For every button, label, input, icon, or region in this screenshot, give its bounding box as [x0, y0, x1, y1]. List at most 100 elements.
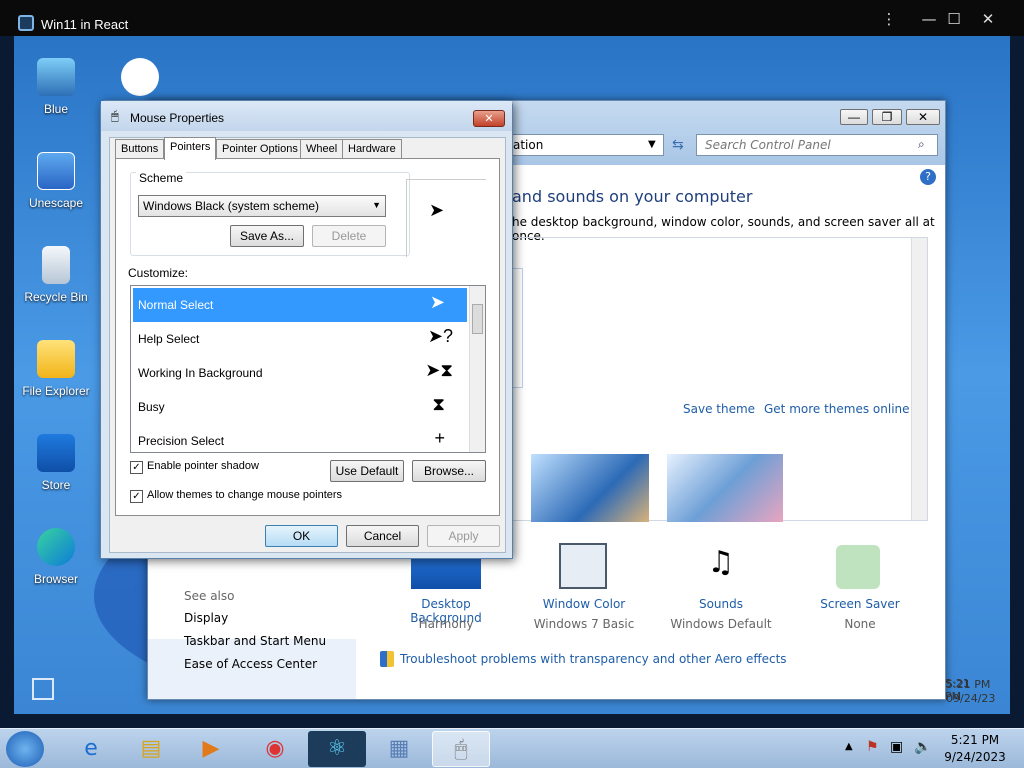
- host-title: Win11 in React: [41, 17, 129, 32]
- folder-icon: [37, 340, 75, 378]
- customize-label: Customize:: [128, 266, 189, 280]
- search-input[interactable]: Search Control Panel: [696, 134, 938, 156]
- enable-shadow-checkbox[interactable]: ✓: [130, 461, 143, 474]
- save-theme-link[interactable]: Save theme: [683, 402, 755, 416]
- theme-thumbnail[interactable]: [531, 454, 649, 522]
- desktop-icon-recycle-bin[interactable]: Recycle Bin: [16, 246, 96, 304]
- cp-close-button[interactable]: ✕: [906, 109, 940, 125]
- save-as-button[interactable]: Save As...: [230, 225, 304, 247]
- dialog-close-button[interactable]: ✕: [473, 110, 505, 127]
- help-icon[interactable]: ?: [920, 169, 936, 185]
- cp-clock-date: 09/24/23: [946, 692, 996, 705]
- maximize-button[interactable]: ☐: [943, 10, 965, 30]
- close-button[interactable]: ✕: [977, 10, 999, 30]
- hourglass-cursor-icon: ⧗: [432, 394, 445, 414]
- ok-button[interactable]: OK: [265, 525, 338, 547]
- cancel-button[interactable]: Cancel: [346, 525, 419, 547]
- action-center-icon[interactable]: ⚑: [866, 739, 879, 755]
- cursor-preview: ➤: [406, 179, 486, 257]
- list-scrollbar[interactable]: [469, 286, 485, 452]
- volume-icon[interactable]: 🔈: [914, 739, 931, 755]
- mouse-properties-dialog: 🖱 Mouse Properties ✕ Buttons Pointers Po…: [100, 100, 513, 559]
- address-bar[interactable]: ation: [508, 134, 664, 156]
- apply-button[interactable]: Apply: [427, 525, 500, 547]
- control-panel-taskbar-icon[interactable]: ▦: [370, 731, 428, 767]
- desktop-icon-file-explorer[interactable]: File Explorer: [16, 340, 96, 398]
- see-also-ease-of-access[interactable]: Ease of Access Center: [184, 657, 317, 671]
- show-hidden-icons[interactable]: ▲: [845, 741, 853, 752]
- media-player-icon[interactable]: ▶: [182, 731, 240, 767]
- window-color-link[interactable]: Window Color: [528, 597, 640, 611]
- scheme-select[interactable]: Windows Black (system scheme) ▼: [138, 195, 386, 217]
- browse-button[interactable]: Browse...: [412, 460, 486, 482]
- arrow-cursor-preview-icon: ➤: [429, 200, 445, 221]
- theme-thumbnail[interactable]: [667, 454, 783, 522]
- taskbar-date[interactable]: 9/24/2023: [944, 750, 1006, 764]
- screen-saver-link[interactable]: Screen Saver: [808, 597, 912, 611]
- chrome-icon[interactable]: ◉: [246, 731, 304, 767]
- explorer-taskbar-icon[interactable]: ▤: [122, 731, 180, 767]
- user-icon: [37, 58, 75, 96]
- desktop-icon-unescape[interactable]: Unescape: [16, 152, 96, 210]
- see-also-display[interactable]: Display: [184, 611, 228, 625]
- list-item[interactable]: Working In Background ➤⧗: [133, 356, 467, 390]
- start-menu-icon[interactable]: [32, 678, 54, 700]
- host-titlebar: Win11 in React ⋮ — ☐ ✕: [0, 0, 1024, 36]
- cursor-list: Normal Select ➤ Help Select ➤? Working In …: [130, 285, 486, 453]
- gallery-scrollbar[interactable]: [911, 238, 927, 520]
- arrow-cursor-icon: ➤: [429, 292, 445, 312]
- list-item[interactable]: Normal Select ➤: [133, 288, 467, 322]
- scroll-thumb[interactable]: [472, 304, 483, 334]
- mouse-icon: 🖱: [111, 109, 119, 124]
- unescape-icon: [37, 152, 75, 190]
- list-item[interactable]: Precision Select +: [133, 424, 467, 452]
- desktop-icon-browser[interactable]: Browser: [16, 528, 96, 586]
- get-more-themes-link[interactable]: Get more themes online: [764, 402, 910, 416]
- recycle-bin-icon: [42, 246, 70, 284]
- tab-buttons[interactable]: Buttons: [115, 139, 165, 159]
- delete-button[interactable]: Delete: [312, 225, 386, 247]
- github-icon: [121, 58, 159, 96]
- desktop-icon-blue[interactable]: Blue: [16, 58, 96, 116]
- scheme-select-value: Windows Black (system scheme): [143, 199, 320, 213]
- mouse-properties-taskbar-icon[interactable]: 🖱: [432, 731, 490, 767]
- use-default-button[interactable]: Use Default: [330, 460, 404, 482]
- pointers-panel: Scheme Windows Black (system scheme) ▼ S…: [115, 158, 500, 516]
- taskbar-time[interactable]: 5:21 PM: [950, 733, 1000, 747]
- start-button[interactable]: [6, 731, 44, 767]
- menu-icon[interactable]: ⋮: [878, 10, 900, 30]
- screen-saver-icon[interactable]: [836, 545, 880, 589]
- sounds-link[interactable]: Sounds: [664, 597, 778, 611]
- list-item[interactable]: Busy ⧗: [133, 390, 467, 424]
- desktop-icon-github[interactable]: [100, 58, 180, 102]
- cp-minimize-button[interactable]: —: [840, 109, 868, 125]
- tab-pointer-options[interactable]: Pointer Options: [216, 139, 304, 159]
- scheme-label: Scheme: [136, 171, 187, 185]
- react-icon[interactable]: ⚛: [308, 731, 366, 767]
- sounds-icon[interactable]: ♫: [696, 545, 746, 589]
- desktop-icon-store[interactable]: Store: [16, 434, 96, 492]
- taskbar: e ▤ ▶ ◉ ⚛ ▦ 🖱 ▲ ⚑ ▣ 🔈 5:21 PM 9/24/2023: [0, 728, 1024, 768]
- screen-saver-value: None: [844, 617, 876, 631]
- tab-hardware[interactable]: Hardware: [342, 139, 402, 159]
- refresh-icon[interactable]: ⇆: [672, 137, 684, 153]
- shield-icon: [380, 651, 394, 667]
- allow-themes-label: Allow themes to change mouse pointers: [147, 489, 343, 501]
- internet-explorer-icon[interactable]: e: [62, 731, 120, 767]
- network-icon[interactable]: ▣: [890, 739, 903, 755]
- crosshair-cursor-icon: +: [434, 428, 445, 448]
- troubleshoot-link[interactable]: Troubleshoot problems with transparency …: [400, 652, 787, 666]
- page-heading: and sounds on your computer: [512, 187, 753, 206]
- search-icon[interactable]: ⌕: [918, 137, 925, 152]
- allow-themes-checkbox[interactable]: ✓: [130, 490, 143, 503]
- tab-pointers[interactable]: Pointers: [164, 137, 217, 160]
- cp-maximize-button[interactable]: ❐: [872, 109, 902, 125]
- minimize-button[interactable]: —: [918, 10, 940, 30]
- address-dropdown-icon[interactable]: ▼: [648, 139, 656, 150]
- list-item[interactable]: Help Select ➤?: [133, 322, 467, 356]
- window-color-icon[interactable]: [559, 543, 607, 589]
- tab-wheel[interactable]: Wheel: [300, 139, 344, 159]
- see-also-taskbar[interactable]: Taskbar and Start Menu: [184, 634, 326, 648]
- help-cursor-icon: ➤?: [427, 326, 453, 346]
- chevron-down-icon: ▼: [372, 200, 381, 210]
